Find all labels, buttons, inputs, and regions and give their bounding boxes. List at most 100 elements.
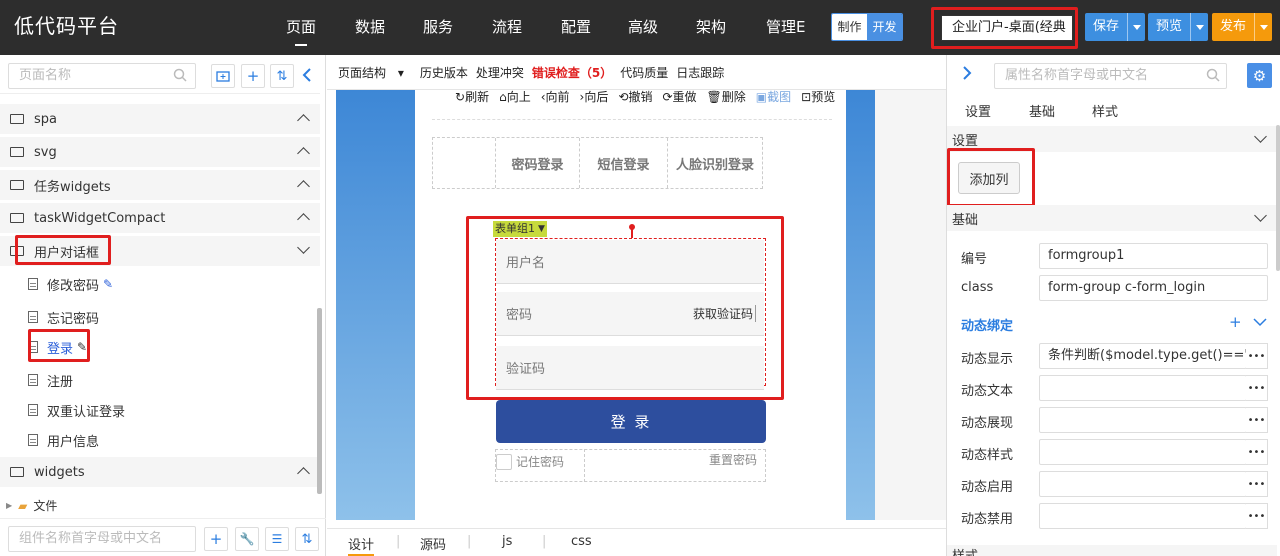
tree-item-2fa-login[interactable]: 双重认证登录 — [28, 398, 125, 422]
delete-button[interactable]: 🗑删除 — [707, 88, 746, 106]
remember-checkbox[interactable] — [496, 453, 512, 470]
tree-item-login[interactable]: 登录 ✎ — [28, 335, 87, 359]
password-field[interactable]: 密码 获取验证码 — [496, 292, 764, 336]
conflict-button[interactable]: 处理冲突 — [476, 64, 524, 81]
prop-id-input[interactable]: formgroup1 — [1039, 243, 1268, 269]
page-selector[interactable]: 企业门户-桌面(经典 — [941, 15, 1073, 41]
tree-group-svg[interactable]: svg — [0, 137, 320, 167]
tools-button[interactable]: 🔧 — [235, 527, 259, 551]
style-section-header[interactable]: 样式 — [947, 545, 1277, 556]
nav-arch[interactable]: 架构 — [696, 16, 726, 37]
canvas-preview-button[interactable]: ⊡预览 — [801, 88, 835, 106]
add-page-button[interactable]: + — [241, 64, 265, 88]
up-button[interactable]: ⌂向上 — [499, 88, 531, 106]
formgroup-tag[interactable]: 表单组1 ▼ — [493, 221, 547, 237]
tab-settings[interactable]: 设置 — [965, 101, 991, 120]
more-icon[interactable]: ••• — [1246, 439, 1268, 465]
tree-group-task-widget-compact[interactable]: taskWidgetCompact — [0, 203, 320, 233]
nav-data[interactable]: 数据 — [355, 16, 385, 37]
settings-section-header[interactable]: 设置 — [947, 126, 1277, 152]
publish-button[interactable]: 发布 — [1212, 13, 1273, 41]
tree-group-widgets[interactable]: widgets — [0, 457, 320, 487]
history-button[interactable]: 历史版本 — [420, 64, 468, 81]
add-component-button[interactable]: + — [204, 527, 228, 551]
property-search-input[interactable]: 属性名称首字母或中文名 — [994, 63, 1227, 89]
remember-password[interactable]: 记住密码 — [496, 453, 564, 470]
add-folder-button[interactable] — [211, 64, 235, 88]
sort-button[interactable]: ⇅ — [270, 64, 294, 88]
tab-face-login[interactable]: 人脸识别登录 — [668, 138, 762, 188]
preview-dropdown-icon[interactable] — [1190, 13, 1208, 41]
forward-button[interactable]: ‹向前 — [541, 88, 570, 106]
more-icon[interactable]: ••• — [1246, 503, 1268, 529]
login-submit-button[interactable]: 登 录 — [496, 400, 766, 443]
publish-dropdown-icon[interactable] — [1254, 13, 1272, 41]
tab-source[interactable]: 源码 — [420, 534, 446, 553]
refresh-button[interactable]: ↻刷新 — [455, 88, 489, 106]
more-icon[interactable]: ••• — [1246, 375, 1268, 401]
nav-page[interactable]: 页面 — [286, 16, 316, 46]
username-field[interactable]: 用户名 — [496, 240, 764, 284]
mode-dev[interactable]: 开发 — [867, 14, 902, 40]
screenshot-button[interactable]: ▣截图 — [756, 88, 791, 106]
more-icon[interactable]: ••• — [1246, 471, 1268, 497]
log-trace-button[interactable]: 日志跟踪 — [676, 64, 724, 81]
prop-class-input[interactable]: form-group c-form_login — [1039, 275, 1268, 301]
tree-group-spa[interactable]: spa — [0, 104, 320, 134]
chevron-down-icon[interactable] — [1253, 318, 1267, 327]
mode-make[interactable]: 制作 — [832, 14, 867, 40]
component-search-input[interactable]: 组件名称首字母或中文名 — [8, 526, 196, 552]
nav-service[interactable]: 服务 — [423, 16, 453, 37]
nav-flow[interactable]: 流程 — [492, 16, 522, 37]
dyn-enable-input[interactable] — [1039, 471, 1247, 497]
get-code-button[interactable]: 获取验证码 — [693, 305, 756, 322]
dyn-show-input[interactable]: 条件判断($model.type.get()=='pa — [1039, 343, 1247, 369]
dyn-disable-input[interactable] — [1039, 503, 1247, 529]
tree-group-user-dialog[interactable]: 用户对话框 — [0, 236, 320, 266]
expand-right-icon[interactable] — [961, 65, 973, 81]
basic-section-header[interactable]: 基础 — [947, 205, 1277, 231]
preview-button[interactable]: 预览 — [1148, 13, 1209, 41]
tab-password-login[interactable]: 密码登录 — [496, 138, 580, 188]
dyn-text-input[interactable] — [1039, 375, 1247, 401]
nav-config[interactable]: 配置 — [561, 16, 591, 37]
tab-style[interactable]: 样式 — [1092, 101, 1118, 120]
collapse-left-icon[interactable] — [301, 67, 313, 83]
settings-gear-button[interactable]: ⚙ — [1247, 63, 1272, 88]
redo-button[interactable]: ⟳重做 — [662, 88, 696, 106]
scrollbar[interactable] — [317, 308, 322, 494]
tree-item-register[interactable]: 注册 — [28, 368, 73, 392]
error-check-button[interactable]: 错误检查（5） — [532, 64, 612, 81]
list-sort-button[interactable]: ☰ — [265, 527, 289, 551]
save-button[interactable]: 保存 — [1085, 13, 1146, 41]
back-button[interactable]: ›向后 — [580, 88, 609, 106]
nav-manage[interactable]: 管理E — [766, 16, 806, 37]
tree-group-task-widgets[interactable]: 任务widgets — [0, 170, 320, 200]
reset-password-link[interactable]: 重置密码 — [709, 451, 757, 468]
add-binding-icon[interactable]: + — [1229, 313, 1242, 331]
add-column-button[interactable]: 添加列 — [958, 162, 1020, 194]
tab-js[interactable]: js — [502, 534, 512, 549]
tree-item-forgot-password[interactable]: 忘记密码 — [28, 305, 99, 329]
scrollbar[interactable] — [1276, 125, 1280, 271]
sort-button-2[interactable]: ⇅ — [295, 527, 319, 551]
code-quality-button[interactable]: 代码质量 — [620, 64, 668, 81]
more-icon[interactable]: ••• — [1246, 407, 1268, 433]
nav-advanced[interactable]: 高级 — [628, 16, 658, 37]
save-dropdown-icon[interactable] — [1127, 13, 1145, 41]
tab-sms-login[interactable]: 短信登录 — [580, 138, 668, 188]
tab-css[interactable]: css — [571, 534, 592, 549]
files-node[interactable]: ▶ ▰ 文件 — [6, 497, 57, 514]
tab-basic[interactable]: 基础 — [1029, 101, 1055, 120]
verification-code-field[interactable]: 验证码 — [496, 346, 764, 390]
page-search-input[interactable]: 页面名称 — [8, 63, 196, 89]
dyn-display-input[interactable] — [1039, 407, 1247, 433]
tree-item-user-info[interactable]: 用户信息 — [28, 428, 99, 452]
tree-item-change-password[interactable]: 修改密码 ✎ — [28, 272, 113, 296]
tab-design[interactable]: 设计 — [348, 534, 375, 556]
dyn-style-input[interactable] — [1039, 439, 1247, 465]
mode-toggle[interactable]: 制作 开发 — [831, 13, 903, 41]
page-structure-button[interactable]: 页面结构 ▾ — [338, 64, 412, 81]
undo-button[interactable]: ⟲撤销 — [618, 88, 652, 106]
more-icon[interactable]: ••• — [1246, 343, 1268, 369]
